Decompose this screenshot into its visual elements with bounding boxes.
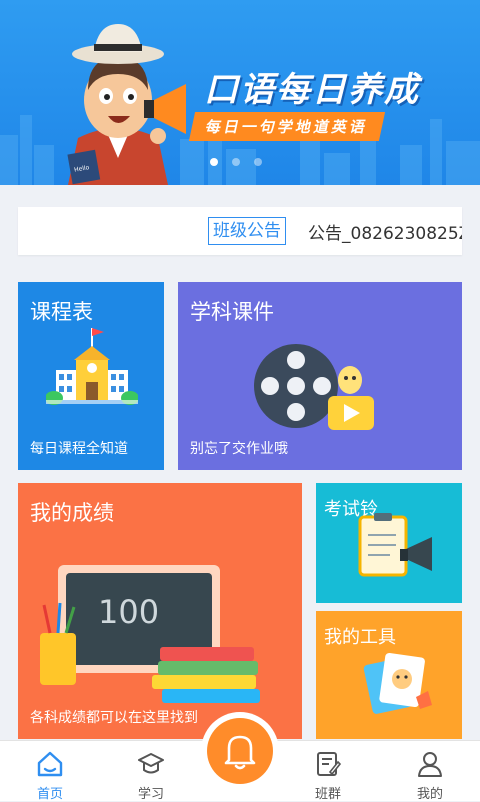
banner-title: 口语每日养成 <box>204 70 420 110</box>
carousel-dot[interactable] <box>210 158 218 166</box>
edit-list-icon <box>317 752 342 776</box>
tab-home[interactable]: 首页 <box>10 741 90 802</box>
center-bell-button[interactable] <box>207 718 273 784</box>
home-icon <box>37 751 63 777</box>
carousel-dot[interactable] <box>254 158 262 166</box>
flashcards-icon <box>363 652 432 714</box>
tab-study-label: 学习 <box>137 787 164 802</box>
courseware-subtitle: 别忘了交作业哦 <box>190 441 288 457</box>
my-tools-title: 我的工具 <box>324 627 396 648</box>
tab-group-label: 班群 <box>314 787 341 802</box>
notice-text[interactable]: 公告_0826230825ZSA <box>308 219 462 244</box>
grades-title: 我的成绩 <box>30 501 114 525</box>
chalkboard-score: 100 <box>98 593 159 631</box>
chalkboard-books-illustration: 100 <box>40 565 260 703</box>
graduation-cap-icon <box>138 753 164 774</box>
tab-mine-label: 我的 <box>416 787 443 802</box>
schedule-subtitle: 每日课程全知道 <box>30 441 128 457</box>
grades-subtitle: 各科成绩都可以在这里找到 <box>30 710 198 726</box>
grades-card[interactable]: 我的成绩 100 各科成绩都可以在这里找到 <box>18 483 302 739</box>
banner-subtitle: 每日一句学地道英语 <box>188 112 386 141</box>
tab-group[interactable]: 班群 <box>288 741 368 802</box>
courseware-card[interactable]: 学科课件 别忘了交作业哦 <box>178 282 462 470</box>
courseware-title: 学科课件 <box>190 300 274 324</box>
promo-banner[interactable]: Hello 口语每日养成 每日一句学地道英语 <box>0 0 480 185</box>
carousel-indicator <box>210 158 262 166</box>
film-reel-icon <box>254 344 374 430</box>
my-tools-card[interactable]: 我的工具 <box>316 611 462 739</box>
user-icon <box>418 752 442 777</box>
schedule-card[interactable]: 课程表 每日课程全知道 <box>18 282 164 470</box>
man-with-megaphone-illustration: Hello <box>67 24 186 185</box>
schedule-title: 课程表 <box>30 300 93 324</box>
tab-home-label: 首页 <box>36 787 63 802</box>
carousel-dot[interactable] <box>232 158 240 166</box>
clipboard-megaphone-icon <box>358 513 432 577</box>
tab-mine[interactable]: 我的 <box>390 741 470 802</box>
school-building-icon <box>46 328 138 405</box>
exam-bell-card[interactable]: 考试铃 <box>316 483 462 603</box>
tab-study[interactable]: 学习 <box>111 741 191 802</box>
class-notice-bar[interactable]: 班级公告 公告_0826230825ZSA <box>18 207 462 255</box>
notice-tag: 班级公告 <box>208 217 286 245</box>
bell-icon <box>224 735 256 770</box>
